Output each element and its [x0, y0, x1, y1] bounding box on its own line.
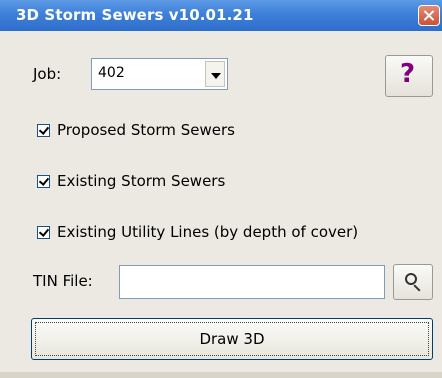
help-label: ? — [400, 59, 416, 89]
search-icon — [405, 273, 417, 285]
browse-button[interactable] — [393, 264, 433, 300]
window-title: 3D Storm Sewers v10.01.21 — [16, 6, 254, 24]
existing-storm-sewers-checkbox[interactable] — [37, 175, 50, 188]
existing-utility-lines-checkbox[interactable] — [37, 226, 50, 239]
search-icon-handle — [413, 284, 421, 292]
chevron-down-icon[interactable] — [205, 61, 225, 87]
draw-3d-label: Draw 3D — [199, 330, 265, 348]
dialog-window: 3D Storm Sewers v10.01.21 Job: 402 ? Pro… — [0, 0, 442, 378]
proposed-storm-sewers-label[interactable]: Proposed Storm Sewers — [57, 121, 235, 139]
existing-utility-lines-label[interactable]: Existing Utility Lines (by depth of cove… — [57, 223, 358, 241]
window-bottom-edge — [0, 372, 442, 378]
tin-file-label: TIN File: — [33, 272, 93, 290]
job-select-value: 402 — [98, 65, 125, 81]
draw-3d-button[interactable]: Draw 3D — [31, 318, 433, 360]
proposed-storm-sewers-checkbox[interactable] — [37, 124, 50, 137]
job-label: Job: — [33, 65, 62, 83]
job-select[interactable]: 402 — [91, 58, 228, 90]
title-bar[interactable]: 3D Storm Sewers v10.01.21 — [0, 0, 442, 31]
help-button[interactable]: ? — [385, 55, 433, 97]
existing-storm-sewers-label[interactable]: Existing Storm Sewers — [57, 172, 225, 190]
close-icon[interactable] — [418, 5, 440, 26]
tin-file-input[interactable] — [119, 265, 385, 299]
